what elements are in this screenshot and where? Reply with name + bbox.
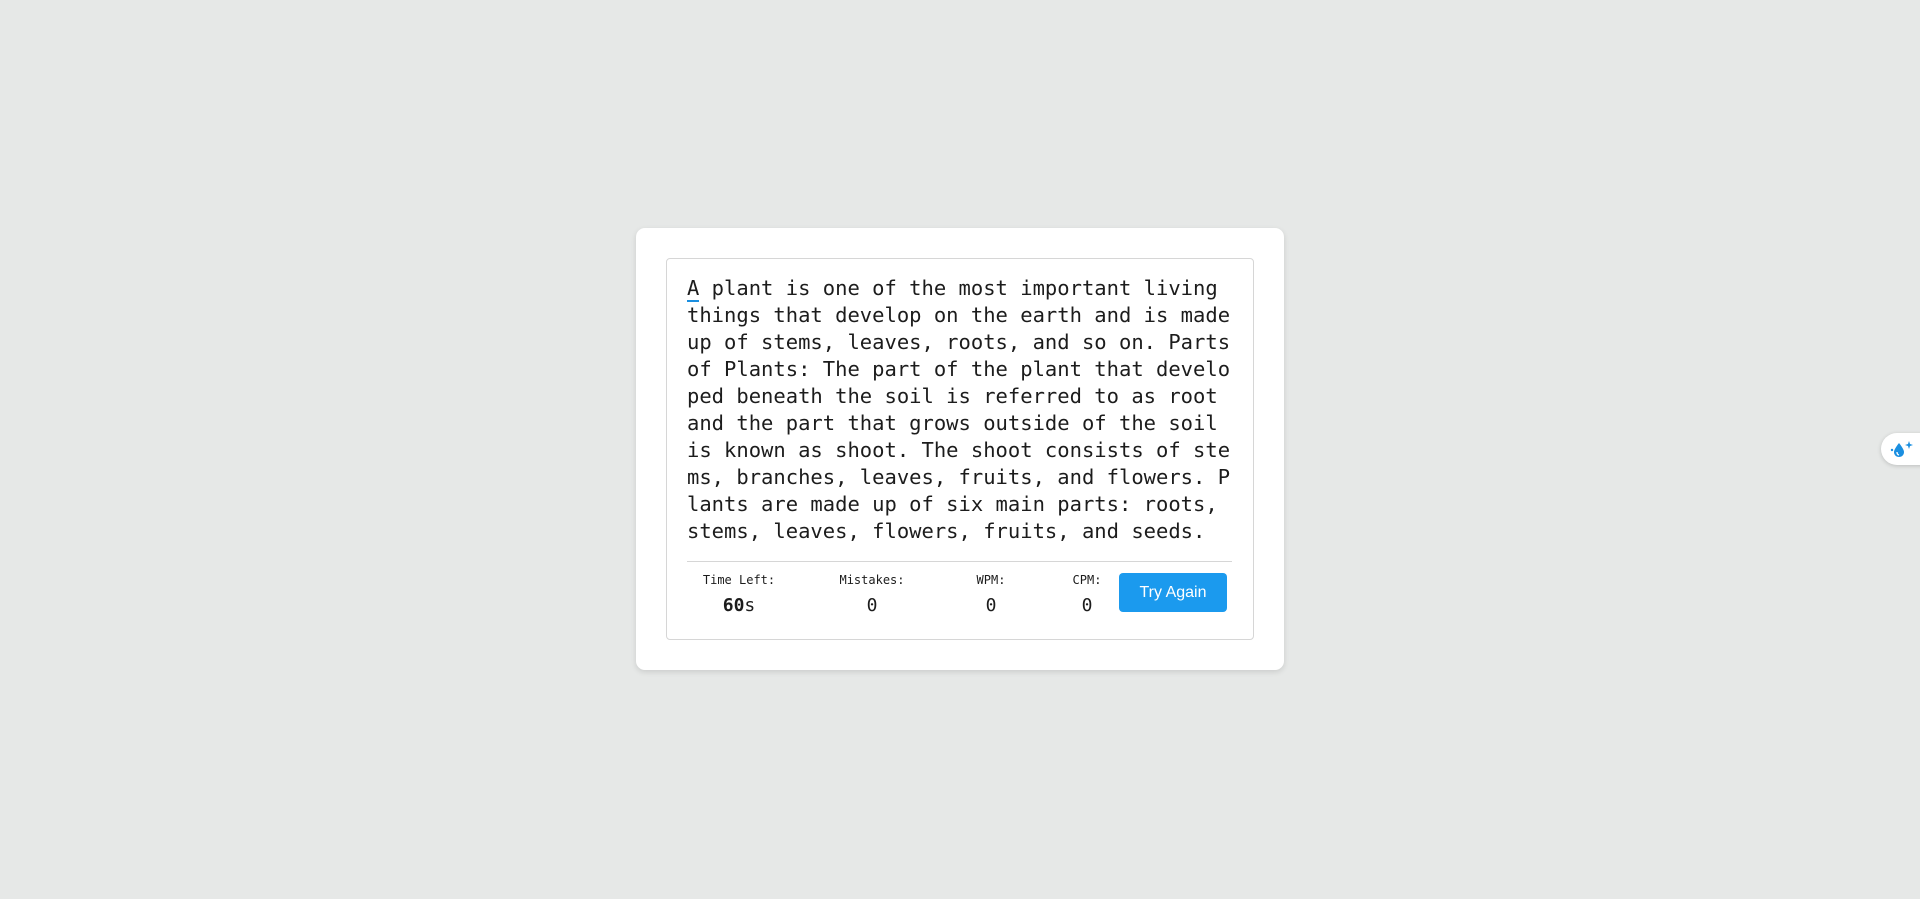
extension-widget[interactable] xyxy=(1881,433,1920,465)
cpm-label: CPM: xyxy=(1072,573,1102,587)
time-left-label: Time Left: xyxy=(702,573,776,587)
remaining-text: plant is one of the most important livin… xyxy=(687,276,1243,543)
droplet-sparkle-icon xyxy=(1890,441,1913,457)
cpm-stat: CPM: 0 xyxy=(1069,572,1105,616)
mistakes-stat: Mistakes: 0 xyxy=(837,572,907,616)
wpm-label: WPM: xyxy=(976,573,1006,587)
typing-test-card: A plant is one of the most important liv… xyxy=(636,228,1284,670)
time-left-stat: Time Left: 60s xyxy=(701,572,777,616)
time-left-unit: s xyxy=(744,595,756,616)
wpm-value: 0 xyxy=(985,595,997,616)
mistakes-value: 0 xyxy=(866,595,878,616)
time-left-value: 60s xyxy=(701,596,777,616)
time-left-number: 60 xyxy=(722,595,745,616)
cpm-value: 0 xyxy=(1081,595,1093,616)
mistakes-label: Mistakes: xyxy=(839,573,905,587)
typing-text[interactable]: A plant is one of the most important liv… xyxy=(687,275,1232,545)
current-character: A xyxy=(687,276,700,302)
wpm-stat: WPM: 0 xyxy=(973,572,1009,616)
stats-bar: Time Left: 60s Mistakes: 0 WPM: 0 CPM: 0… xyxy=(687,561,1232,632)
typing-test-wrapper: A plant is one of the most important liv… xyxy=(666,258,1254,640)
try-again-button[interactable]: Try Again xyxy=(1119,573,1227,612)
